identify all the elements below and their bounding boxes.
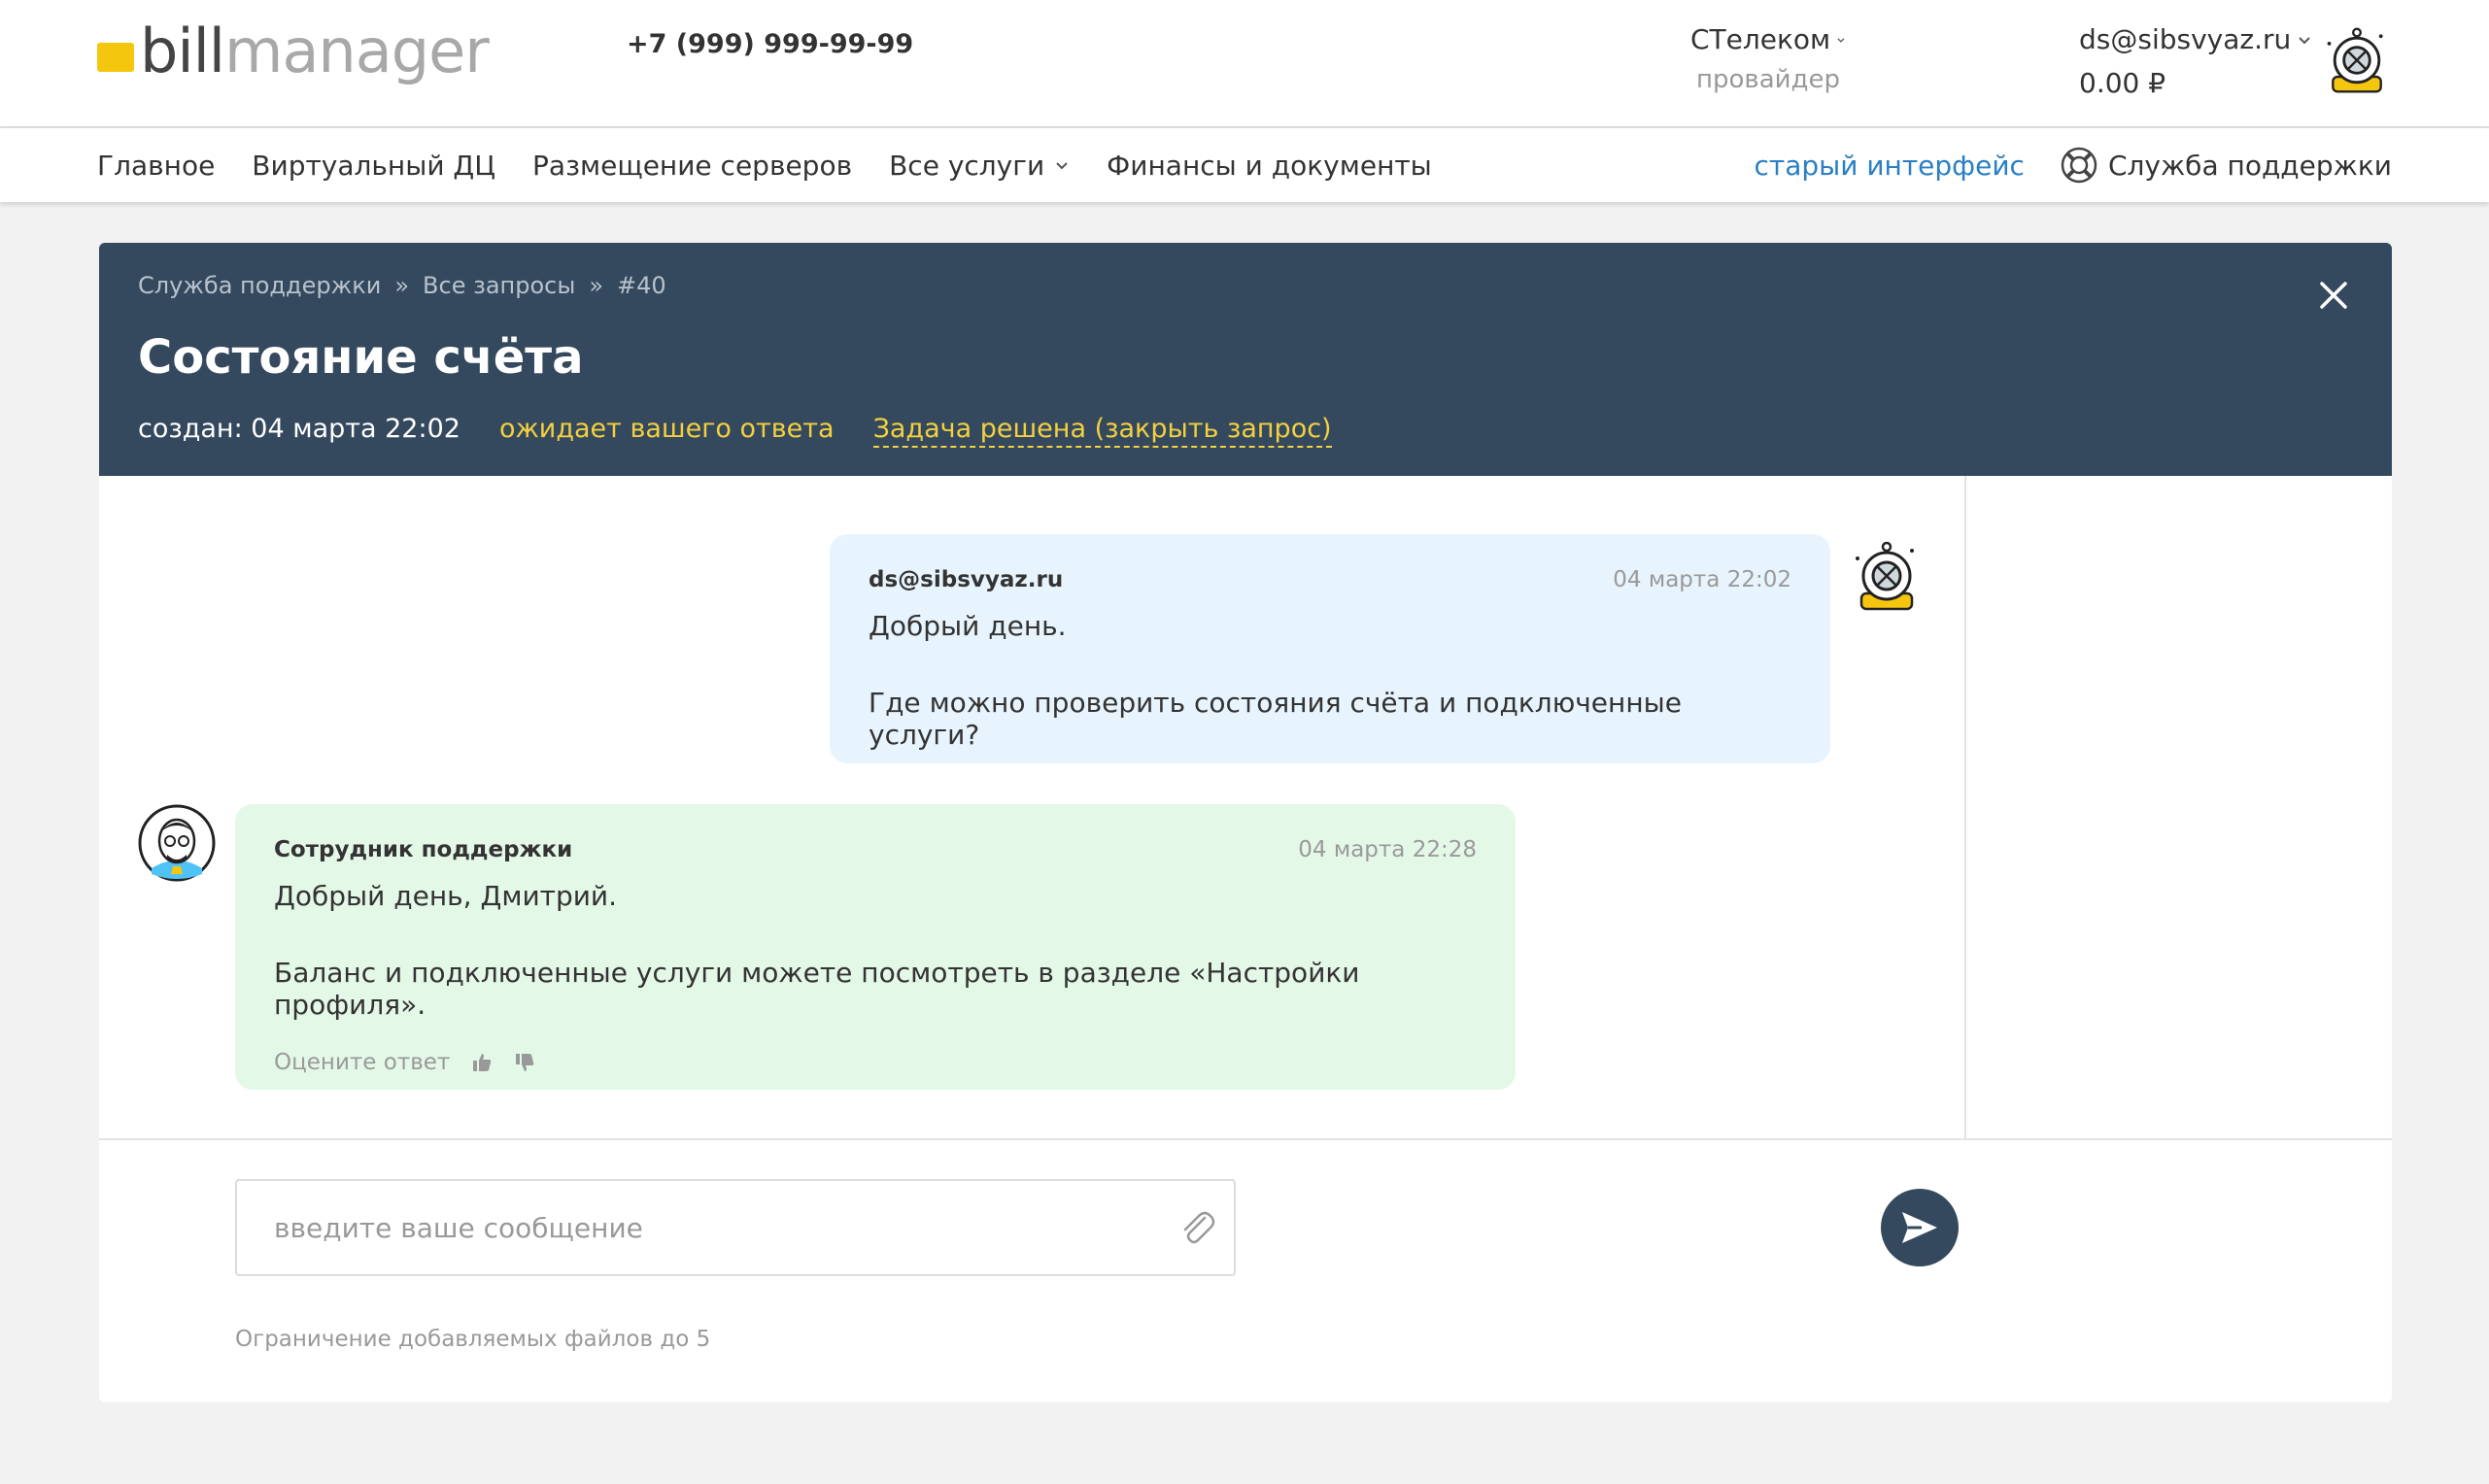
logo-mark-icon [97,43,134,72]
message-bubble-user: ds@sibsvyaz.ru 04 марта 22:02 Добрый ден… [830,534,1830,763]
message-text: Добрый день. [869,610,1067,642]
page-title: Состояние счёта [138,330,584,385]
breadcrumb-ticket-id: #40 [617,272,666,299]
ticket-created: создан: 04 марта 22:02 [138,414,460,444]
send-button[interactable] [1881,1189,1959,1266]
account-menu[interactable]: ds@sibsvyaz.ru 0.00 ₽ [2079,23,2312,99]
breadcrumb-support[interactable]: Служба поддержки [138,272,381,299]
provider-selector[interactable]: СТелеком провайдер [1690,23,1846,94]
chevron-down-icon [1056,162,1068,170]
thumbs-down-icon[interactable] [514,1052,535,1073]
nav-item-virtual-dc[interactable]: Виртуальный ДЦ [252,150,495,182]
support-link-label: Служба поддержки [2107,149,2392,182]
message-text: Баланс и подключенные услуги можете посм… [274,957,1360,1021]
chat-area: ds@sibsvyaz.ru 04 марта 22:02 Добрый ден… [99,476,1966,1138]
nav-item-finance[interactable]: Финансы и документы [1107,150,1432,182]
support-link[interactable]: Служба поддержки [2060,146,2392,185]
user-avatar-icon[interactable] [2320,23,2394,97]
old-interface-link[interactable]: старый интерфейс [1755,150,2025,182]
message-text: Добрый день, Дмитрий. [274,880,618,912]
breadcrumb-separator: » [394,272,410,299]
provider-name: СТелеком [1690,23,1831,55]
message-time: 04 марта 22:28 [1298,837,1477,862]
provider-label: провайдер [1695,65,1841,94]
account-email: ds@sibsvyaz.ru [2079,23,2292,55]
message-bubble-staff: Сотрудник поддержки 04 марта 22:28 Добры… [235,804,1516,1090]
phone-number: +7 (999) 999-99-99 [627,29,914,59]
nav-item-all-services[interactable]: Все услуги [889,150,1070,182]
staff-avatar-icon [138,804,216,882]
nav-item-main[interactable]: Главное [97,150,215,182]
rate-answer-label: Оцените ответ [274,1050,451,1075]
breadcrumb-all-requests[interactable]: Все запросы [423,272,575,299]
status-badge: ожидает вашего ответа [498,414,835,444]
compose-area: Ограничение добавляемых файлов до 5 [99,1138,2392,1402]
top-header: bill manager +7 (999) 999-99-99 СТелеком … [0,0,2489,128]
logo-manager-text: manager [224,15,490,86]
message-time: 04 марта 22:02 [1613,567,1791,592]
nav-item-colocation[interactable]: Размещение серверов [532,150,852,182]
ticket-header: Служба поддержки » Все запросы » #40 Сос… [99,243,2392,476]
chevron-down-icon [2299,36,2310,44]
message-input[interactable] [235,1179,1236,1276]
main-nav: Главное Виртуальный ДЦ Размещение сервер… [0,128,2489,202]
lifebuoy-icon [2061,147,2097,184]
send-icon [1902,1212,1937,1243]
breadcrumb: Служба поддержки » Все запросы » #40 [138,272,666,299]
message-author: Сотрудник поддержки [274,837,573,862]
ticket-panel: Служба поддержки » Все запросы » #40 Сос… [99,243,2392,1402]
ticket-meta: создан: 04 марта 22:02 ожидает вашего от… [138,414,1332,448]
message-author: ds@sibsvyaz.ru [869,567,1064,592]
account-balance: 0.00 ₽ [2079,67,2166,99]
message-text: Где можно проверить состояния счёта и по… [869,687,1682,751]
nav-item-all-services-label: Все услуги [889,149,1045,182]
thumbs-up-icon[interactable] [471,1052,493,1073]
close-icon[interactable] [2314,276,2353,315]
resolve-ticket-link[interactable]: Задача решена (закрыть запрос) [872,414,1332,448]
logo-bill-text: bill [140,15,225,86]
user-avatar-icon [1856,541,1914,611]
rate-answer: Оцените ответ [274,1050,1477,1075]
chevron-down-icon [1837,37,1845,43]
breadcrumb-separator: » [589,272,603,299]
file-limit-note: Ограничение добавляемых файлов до 5 [235,1327,711,1352]
billmanager-logo[interactable]: bill manager [97,15,490,86]
paperclip-icon[interactable] [1176,1206,1218,1249]
